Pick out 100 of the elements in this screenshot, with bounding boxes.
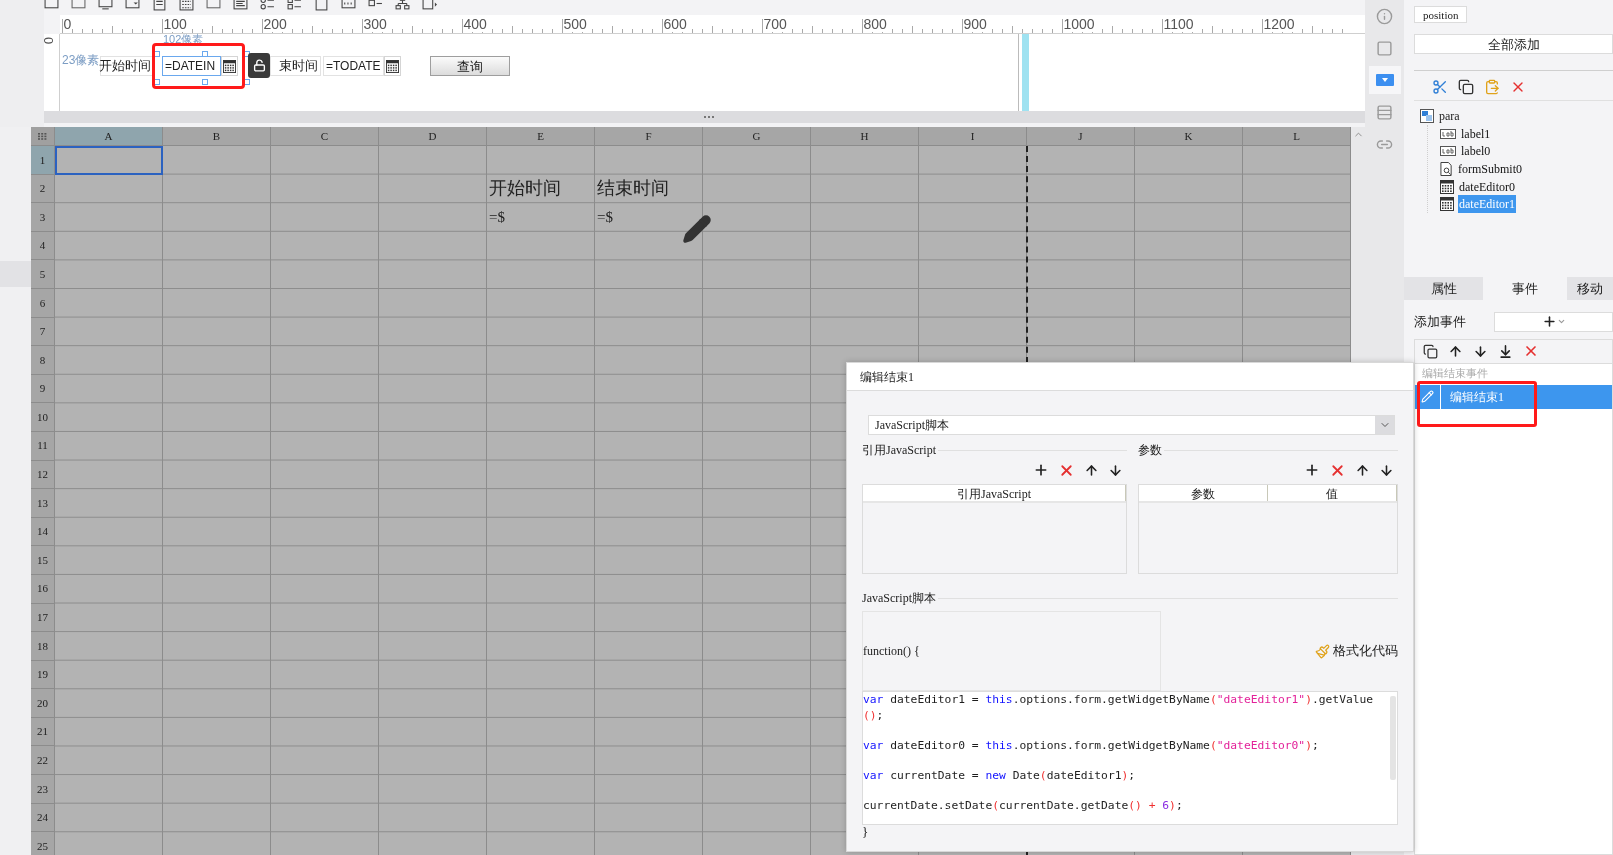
sheet-cell[interactable] xyxy=(55,146,163,175)
row-header[interactable]: 12 xyxy=(31,460,55,490)
row-header[interactable]: 3 xyxy=(31,203,55,232)
lock-button[interactable] xyxy=(248,53,270,78)
tree-item[interactable]: formSubmit0 xyxy=(1457,160,1523,178)
row-header[interactable]: 7 xyxy=(31,317,55,347)
more-widgets-icon[interactable] xyxy=(422,0,437,11)
row-header[interactable]: 6 xyxy=(31,288,55,318)
radio-widget-icon[interactable] xyxy=(260,0,275,11)
row-header[interactable]: 5 xyxy=(31,260,55,289)
add-all-button[interactable]: 全部添加 xyxy=(1414,34,1613,54)
column-header[interactable]: H xyxy=(811,127,919,146)
column-header[interactable]: J xyxy=(1027,127,1135,146)
checkbox-widget-icon[interactable] xyxy=(287,0,302,11)
form-widget-icon[interactable] xyxy=(152,0,167,11)
number-widget-icon[interactable] xyxy=(206,0,221,11)
column-header[interactable]: G xyxy=(703,127,811,146)
row-header[interactable]: 16 xyxy=(31,574,55,604)
resize-handle[interactable] xyxy=(202,51,208,57)
calendar-button[interactable] xyxy=(221,56,238,76)
sheet-cell[interactable]: 结束时间 xyxy=(595,174,703,204)
row-header[interactable]: 15 xyxy=(31,546,55,575)
move-to-bottom-icon[interactable] xyxy=(1498,343,1513,359)
add-icon[interactable] xyxy=(1304,462,1320,478)
form-label[interactable]: 开始时间 xyxy=(100,56,154,76)
calendar-button[interactable] xyxy=(384,56,401,76)
row-header[interactable]: 1 xyxy=(31,146,55,175)
tree-item[interactable]: label1 xyxy=(1460,124,1492,143)
drag-handle-icon[interactable] xyxy=(703,116,714,118)
select-all-corner[interactable] xyxy=(31,127,55,146)
frame-widget-icon[interactable] xyxy=(44,0,59,11)
move-up-icon[interactable] xyxy=(1448,343,1463,359)
column-header[interactable]: B xyxy=(163,127,271,146)
cut-icon[interactable] xyxy=(1432,79,1448,95)
row-header[interactable]: 2 xyxy=(31,174,55,204)
row-header[interactable]: 24 xyxy=(31,803,55,833)
row-header[interactable]: 25 xyxy=(31,832,55,855)
dropdown-widget-icon[interactable] xyxy=(125,0,140,11)
column-header[interactable]: 参数 xyxy=(1139,485,1268,501)
column-header[interactable]: E xyxy=(487,127,595,146)
tree-widget-icon[interactable] xyxy=(395,0,410,11)
column-header[interactable]: C xyxy=(271,127,379,146)
row-header[interactable]: 22 xyxy=(31,746,55,776)
resize-handle[interactable] xyxy=(202,79,208,85)
scrollbar[interactable] xyxy=(1390,696,1396,780)
move-down-icon[interactable] xyxy=(1108,462,1123,478)
add-icon[interactable] xyxy=(1033,462,1049,478)
copy-icon[interactable] xyxy=(1458,79,1474,95)
resize-handle[interactable] xyxy=(244,79,250,85)
column-header[interactable]: L xyxy=(1243,127,1351,146)
column-header[interactable]: 值 xyxy=(1268,485,1397,501)
row-header[interactable]: 10 xyxy=(31,403,55,432)
label-widget-icon[interactable] xyxy=(71,0,86,11)
column-header[interactable]: 引用JavaScript xyxy=(863,485,1126,501)
code-editor[interactable] xyxy=(862,691,1398,825)
row-header[interactable]: 19 xyxy=(31,660,55,690)
row-header[interactable]: 17 xyxy=(31,603,55,633)
text-area-widget-icon[interactable] xyxy=(233,0,248,11)
row-header[interactable]: 8 xyxy=(31,346,55,375)
row-header[interactable]: 20 xyxy=(31,689,55,718)
copy-icon[interactable] xyxy=(1423,343,1438,359)
sheet-cell[interactable]: 开始时间 xyxy=(487,174,595,204)
column-header[interactable]: I xyxy=(919,127,1027,146)
grid-widget-icon[interactable] xyxy=(179,0,194,11)
position-tab[interactable]: position xyxy=(1414,6,1468,23)
tree-item[interactable]: para xyxy=(1439,107,1460,125)
row-header[interactable]: 4 xyxy=(31,231,55,261)
row-header[interactable]: 18 xyxy=(31,632,55,661)
row-header[interactable]: 11 xyxy=(31,431,55,461)
date-field[interactable]: =DATEIN xyxy=(162,56,221,76)
column-header[interactable]: K xyxy=(1135,127,1243,146)
query-button[interactable]: 查询 xyxy=(430,56,510,76)
row-header[interactable]: 21 xyxy=(31,717,55,747)
button-widget-icon[interactable] xyxy=(98,0,113,11)
column-header[interactable]: F xyxy=(595,127,703,146)
row-header[interactable]: 14 xyxy=(31,517,55,547)
column-header[interactable]: D xyxy=(379,127,487,146)
column-header[interactable]: A xyxy=(55,127,163,146)
move-up-icon[interactable] xyxy=(1084,462,1099,478)
sheet-cell[interactable]: =$ xyxy=(487,203,595,232)
side-tool-button[interactable] xyxy=(1368,66,1401,94)
tree-item[interactable]: label0 xyxy=(1460,142,1492,161)
password-widget-icon[interactable] xyxy=(341,0,356,11)
row-header[interactable]: 23 xyxy=(31,775,55,804)
row-header[interactable]: 13 xyxy=(31,489,55,518)
move-up-icon[interactable] xyxy=(1355,462,1370,478)
script-type-select[interactable]: JavaScript脚本 xyxy=(868,415,1395,435)
panel-tab[interactable]: 属性 xyxy=(1404,276,1483,300)
resize-handle[interactable] xyxy=(154,79,160,85)
row-header[interactable]: 9 xyxy=(31,374,55,404)
move-down-icon[interactable] xyxy=(1379,462,1394,478)
move-down-icon[interactable] xyxy=(1473,343,1488,359)
date-field[interactable]: =TODATE xyxy=(323,56,384,76)
tree-item[interactable]: dateEditor0 xyxy=(1458,177,1516,196)
format-code-button[interactable]: 格式化代码 xyxy=(1315,641,1398,661)
text-widget-icon[interactable] xyxy=(314,0,329,11)
panel-tab[interactable]: 移动 xyxy=(1567,276,1613,300)
resize-handle[interactable] xyxy=(154,51,160,57)
lock-icon xyxy=(252,59,266,72)
form-label[interactable]: 束时间 xyxy=(270,56,321,76)
